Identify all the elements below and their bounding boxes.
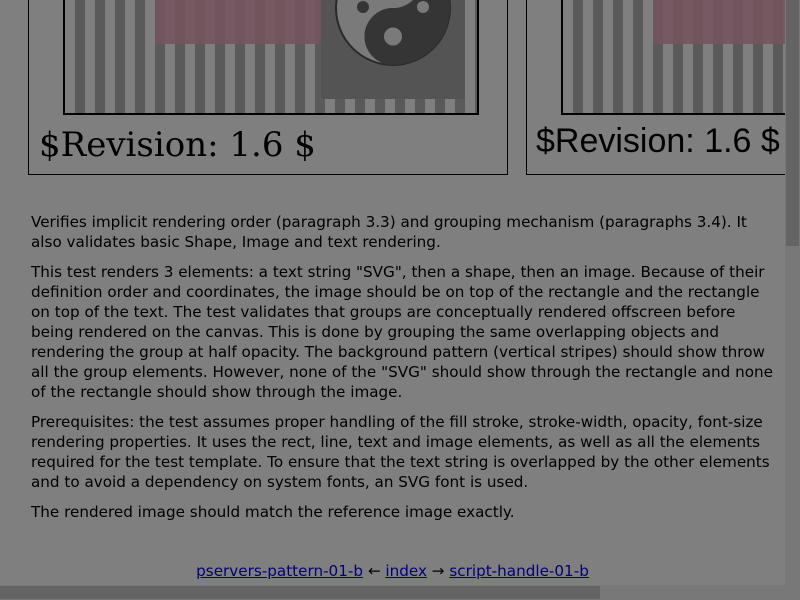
dim-overlay <box>0 0 800 600</box>
test-page: $Revision: 1.6 $ $Revision: 1.6 $ Verifi… <box>0 0 800 600</box>
